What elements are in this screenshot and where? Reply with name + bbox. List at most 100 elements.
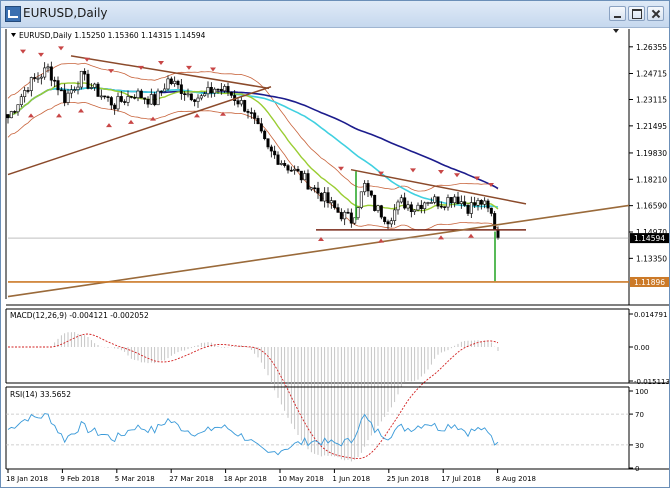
- title-bar[interactable]: EURUSD,Daily: [1, 1, 669, 28]
- candle-body: [173, 80, 177, 84]
- macd-tick-label: 0.00: [634, 344, 650, 352]
- candle-body: [306, 173, 310, 190]
- close-button[interactable]: [647, 6, 664, 21]
- candle-body: [423, 202, 427, 210]
- candle-body: [289, 169, 293, 172]
- candle-body: [279, 163, 283, 165]
- candle-body: [59, 89, 63, 92]
- candle-body: [99, 95, 103, 98]
- candle-body: [123, 101, 127, 103]
- candle-body: [263, 130, 267, 140]
- candle-body: [269, 146, 273, 152]
- price-tick-label: 1.13350: [636, 254, 667, 263]
- macd-tick-label: -0.015113: [634, 378, 669, 386]
- window-title: EURUSD,Daily: [23, 6, 108, 20]
- candle-body: [113, 104, 117, 110]
- candle-body: [386, 221, 390, 225]
- candle-body: [309, 187, 313, 190]
- price-ticks: 1.26355 1.24715 1.23115 1.21495 1.19830 1.182…: [629, 43, 669, 287]
- candle-body: [266, 138, 270, 148]
- candle-body: [246, 111, 250, 113]
- candle-body: [389, 220, 393, 225]
- candle-body: [393, 209, 397, 221]
- candle-body: [49, 66, 53, 81]
- chart-area[interactable]: 1.26355 1.24715 1.23115 1.21495 1.19830 1.182…: [1, 27, 669, 487]
- candle-body: [433, 196, 437, 203]
- candle-body: [33, 77, 37, 79]
- candle-body: [66, 92, 70, 103]
- candle-body: [189, 93, 193, 101]
- candle-body: [146, 98, 150, 105]
- candle-body: [196, 97, 200, 102]
- fractal-arrow-icon: [338, 166, 344, 171]
- candle-body: [463, 201, 467, 206]
- candle-body: [316, 187, 320, 194]
- candle-body: [213, 88, 217, 94]
- candle-body: [296, 168, 300, 172]
- candle-body: [179, 84, 183, 94]
- candle-body: [496, 229, 500, 239]
- candle-body: [86, 73, 90, 89]
- candle-body: [476, 200, 480, 206]
- chart-shift-marker-icon[interactable]: [613, 29, 619, 33]
- fractal-arrow-icon: [78, 108, 84, 113]
- maximize-button[interactable]: [628, 6, 645, 21]
- candle-body: [209, 87, 213, 94]
- macd-panel[interactable]: 0.014791 0.00 -0.015113 MACD(12,26,9) -0.0…: [5, 308, 669, 462]
- candle-body: [329, 200, 333, 204]
- collapse-triangle-icon[interactable]: [11, 33, 16, 37]
- candle-body: [56, 80, 60, 91]
- candle-body: [119, 96, 123, 102]
- candle-body: [39, 76, 43, 79]
- level-price-label: 1.11896: [634, 278, 665, 287]
- candle-body: [136, 90, 140, 99]
- candle-body: [223, 86, 227, 92]
- time-axis: 18 Jan 2018 9 Feb 2018 5 Mar 2018 27 Mar 20…: [6, 469, 536, 483]
- candle-body: [159, 90, 163, 93]
- fractal-arrow-icon: [318, 237, 324, 242]
- candle-body: [399, 197, 403, 203]
- candle-body: [156, 90, 160, 106]
- candle-body: [343, 211, 347, 220]
- rsi-tick-label: 70: [635, 411, 644, 419]
- moving-averages: [7, 82, 499, 212]
- candle-body: [23, 90, 27, 97]
- candle-body: [366, 183, 370, 192]
- candle-body: [303, 173, 307, 181]
- candle-body: [239, 100, 243, 105]
- candle-body: [176, 80, 180, 86]
- candle-body: [96, 83, 100, 97]
- candle-body: [493, 213, 497, 231]
- candle-body: [313, 187, 317, 190]
- rsi-ticks: 100 70 30 0: [629, 388, 648, 473]
- ma-long-line: [7, 87, 499, 190]
- fractal-arrow-icon: [58, 46, 64, 51]
- macd-header: MACD(12,26,9) -0.004121 -0.002052: [10, 311, 149, 320]
- candle-body: [346, 211, 350, 214]
- candle-body: [53, 79, 57, 82]
- main-price-panel[interactable]: 1.26355 1.24715 1.23115 1.21495 1.19830 1.182…: [5, 29, 669, 306]
- time-tick-label: 18 Apr 2018: [224, 475, 267, 483]
- price-tick-label: 1.26355: [636, 43, 667, 52]
- candle-body: [273, 150, 277, 156]
- rsi-panel[interactable]: 100 70 30 0 RSI(14) 33.5652: [5, 386, 669, 473]
- candle-body: [89, 87, 93, 89]
- fractal-arrow-icon: [210, 67, 216, 72]
- candle-body: [479, 200, 483, 205]
- candle-body: [163, 88, 167, 92]
- minimize-button[interactable]: [609, 6, 626, 21]
- candle-body: [403, 197, 407, 209]
- candle-body: [416, 204, 420, 211]
- fractal-arrow-icon: [28, 113, 34, 118]
- candle-body: [19, 96, 23, 106]
- fractal-arrow-icon: [438, 169, 444, 174]
- candle-body: [486, 200, 490, 209]
- candle-body: [149, 94, 153, 105]
- time-tick-label: 1 Jun 2018: [332, 475, 370, 483]
- fractal-arrow-icon: [194, 113, 200, 118]
- fractal-arrow-icon: [106, 123, 112, 128]
- ma-mid-line: [7, 87, 499, 208]
- candle-body: [483, 200, 487, 205]
- candle-body: [283, 163, 287, 166]
- candle-body: [153, 94, 157, 106]
